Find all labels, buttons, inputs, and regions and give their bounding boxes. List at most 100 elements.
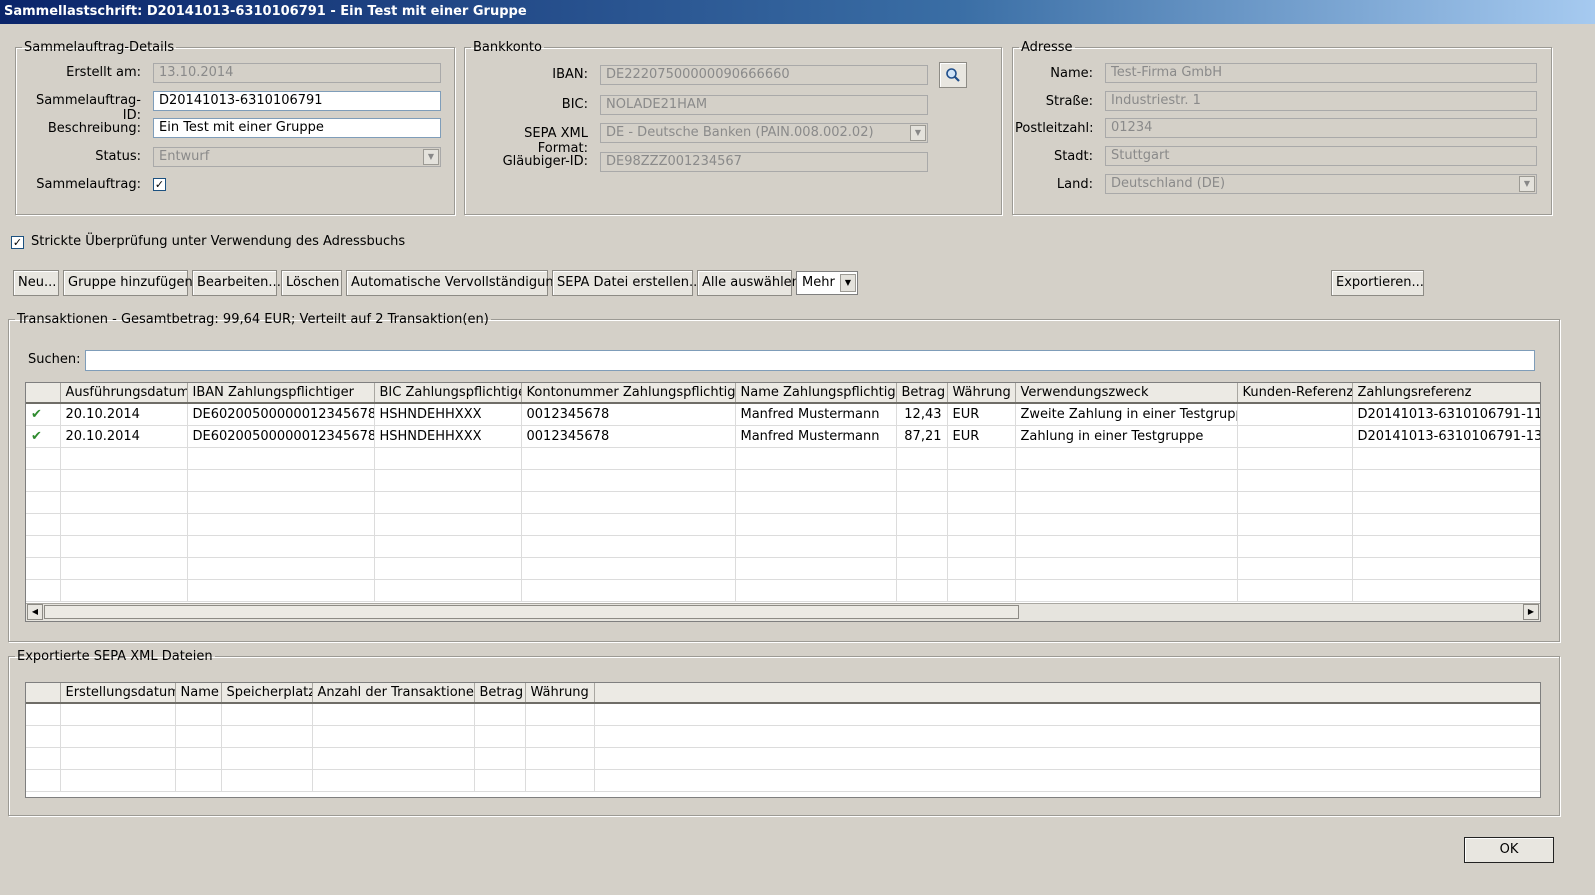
empty-table-cell (594, 725, 1540, 748)
beschreibung-field[interactable]: Ein Test mit einer Gruppe (153, 118, 441, 138)
empty-table-cell (26, 579, 61, 602)
empty-table-cell (60, 557, 188, 580)
empty-table-cell (521, 535, 736, 558)
id-label: Sammelauftrag-ID: (35, 93, 141, 123)
empty-table-cell (1015, 513, 1238, 536)
valid-check-icon: ✔ (26, 425, 61, 448)
table-cell: 0012345678 (521, 425, 736, 448)
empty-table-cell (947, 535, 1016, 558)
gruppe-hinzufuegen-button[interactable]: Gruppe hinzufügen (63, 270, 193, 296)
empty-table-cell (947, 557, 1016, 580)
table-header-row: Ausführungsdatum IBAN Zahlungspflichtige… (26, 383, 1540, 404)
ok-button[interactable]: OK (1464, 837, 1554, 863)
empty-table-cell (1237, 557, 1353, 580)
empty-table-cell (60, 513, 188, 536)
table-cell: DE60200500000012345678 (187, 403, 375, 426)
column-header[interactable] (26, 683, 61, 704)
table-cell: 12,43 (896, 403, 948, 426)
column-header[interactable]: Erstellungsdatum (60, 683, 176, 704)
table-row[interactable]: ✔ 20.10.2014 DE60200500000012345678 HSHN… (26, 403, 1540, 426)
empty-table-cell (521, 469, 736, 492)
empty-table-cell (474, 747, 526, 770)
sammelauftrag-checkbox[interactable]: ✓ (153, 178, 166, 191)
scroll-right-icon[interactable]: ▶ (1523, 604, 1539, 620)
empty-table-cell (312, 769, 475, 792)
column-header[interactable]: Ausführungsdatum (60, 383, 188, 404)
column-header[interactable]: Währung (525, 683, 595, 704)
empty-table-cell (525, 725, 595, 748)
empty-table-cell (896, 579, 948, 602)
column-header[interactable]: Name Zahlungspflichtiger (735, 383, 897, 404)
empty-table-cell (26, 769, 61, 792)
table-cell: Manfred Mustermann (735, 425, 897, 448)
sammelauftrag-label: Sammelauftrag: (36, 177, 141, 192)
iban-label: IBAN: (552, 67, 588, 82)
mehr-select[interactable]: Mehr ▼ (796, 271, 858, 295)
empty-table-cell (1015, 447, 1238, 470)
search-input[interactable] (85, 350, 1535, 371)
empty-table-cell (26, 557, 61, 580)
exports-table: Erstellungsdatum Name Speicherplatz Anza… (25, 682, 1541, 798)
empty-table-row (26, 447, 1540, 470)
empty-table-cell (525, 769, 595, 792)
column-header[interactable]: Anzahl der Transaktionen (312, 683, 475, 704)
empty-table-cell (60, 535, 188, 558)
empty-table-cell (187, 579, 375, 602)
empty-table-cell (525, 747, 595, 770)
chevron-down-icon: ▼ (1519, 176, 1535, 192)
sepa-datei-button[interactable]: SEPA Datei erstellen... (552, 270, 701, 296)
column-header[interactable]: Währung (947, 383, 1016, 404)
column-header[interactable]: Betrag (474, 683, 526, 704)
bic-label: BIC: (561, 97, 588, 112)
empty-table-cell (187, 447, 375, 470)
status-value: Entwurf (159, 149, 210, 164)
empty-table-cell (1352, 513, 1540, 536)
empty-table-cell (1237, 535, 1353, 558)
empty-table-cell (947, 491, 1016, 514)
transactions-table: Ausführungsdatum IBAN Zahlungspflichtige… (25, 382, 1541, 622)
valid-check-icon: ✔ (26, 403, 61, 426)
empty-table-cell (175, 725, 222, 748)
bearbeiten-button[interactable]: Bearbeiten... (192, 270, 281, 296)
column-header[interactable]: Kontonummer Zahlungspflichtiger (521, 383, 736, 404)
empty-table-cell (896, 535, 948, 558)
empty-table-cell (1015, 557, 1238, 580)
table-cell: 20.10.2014 (60, 403, 188, 426)
column-header[interactable]: BIC Zahlungspflichtiger (374, 383, 522, 404)
table-row[interactable]: ✔ 20.10.2014 DE60200500000012345678 HSHN… (26, 425, 1540, 448)
search-iban-button[interactable] (939, 62, 967, 88)
table-cell: 20.10.2014 (60, 425, 188, 448)
table-cell: DE60200500000012345678 (187, 425, 375, 448)
strasse-label: Straße: (1045, 94, 1093, 109)
empty-table-cell (1015, 469, 1238, 492)
empty-table-cell (735, 469, 897, 492)
status-select: Entwurf ▼ (153, 147, 441, 167)
id-field[interactable]: D20141013-6310106791 (153, 91, 441, 111)
empty-table-cell (1352, 469, 1540, 492)
scroll-left-icon[interactable]: ◀ (27, 604, 43, 620)
scrollbar-thumb[interactable] (44, 605, 1019, 619)
column-header[interactable]: Zahlungsreferenz (1352, 383, 1540, 404)
empty-table-cell (187, 557, 375, 580)
horizontal-scrollbar[interactable]: ◀ ▶ (26, 603, 1540, 621)
chevron-down-icon: ▼ (910, 125, 926, 141)
strict-check-checkbox[interactable]: ✓ (11, 236, 24, 249)
column-header[interactable] (26, 383, 61, 404)
empty-table-cell (26, 491, 61, 514)
table-cell: 0012345678 (521, 403, 736, 426)
alle-auswaehlen-button[interactable]: Alle auswählen (697, 270, 800, 296)
column-header[interactable]: Speicherplatz (221, 683, 313, 704)
loeschen-button[interactable]: Löschen (281, 270, 342, 296)
column-header[interactable]: Verwendungszweck (1015, 383, 1238, 404)
plz-field: 01234 (1105, 118, 1537, 138)
auto-complete-button[interactable]: Automatische Vervollständigung (346, 270, 562, 296)
column-header[interactable]: IBAN Zahlungspflichtiger (187, 383, 375, 404)
empty-table-cell (1237, 469, 1353, 492)
exportieren-button[interactable]: Exportieren... (1331, 270, 1424, 296)
empty-table-cell (60, 769, 176, 792)
neu-button[interactable]: Neu... (13, 270, 59, 296)
column-header[interactable]: Name (175, 683, 222, 704)
column-header[interactable]: Betrag (896, 383, 948, 404)
column-header[interactable]: Kunden-Referenz (1237, 383, 1353, 404)
empty-table-cell (60, 703, 176, 726)
